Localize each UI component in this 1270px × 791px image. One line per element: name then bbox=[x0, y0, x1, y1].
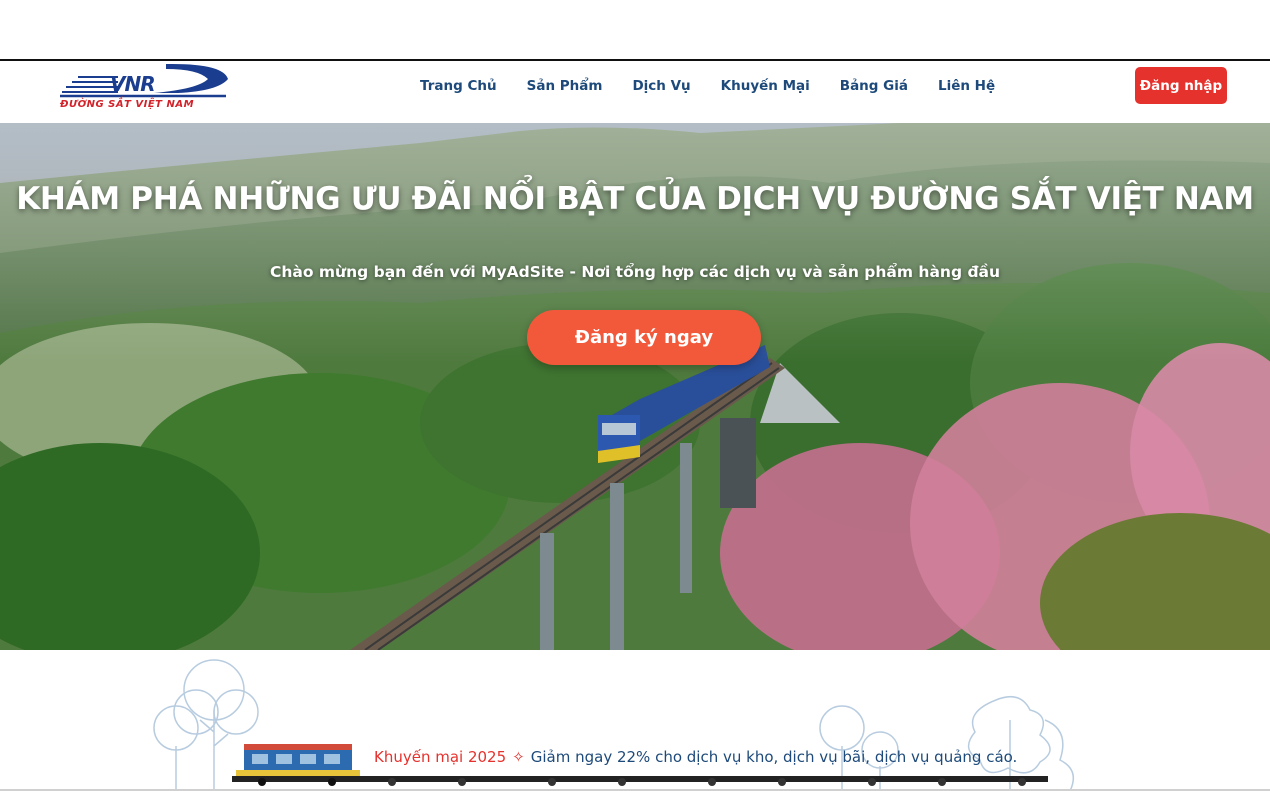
login-button[interactable]: Đăng nhập bbox=[1135, 67, 1227, 104]
nav-item-products[interactable]: Sản Phẩm bbox=[527, 77, 603, 97]
promo-message: Giảm ngay 22% cho dịch vụ kho, dịch vụ b… bbox=[530, 748, 1018, 766]
promo-strip: Khuyến mại 2025 ✧ Giảm ngay 22% cho dịch… bbox=[0, 650, 1270, 791]
hero-title: KHÁM PHÁ NHỮNG ƯU ĐÃI NỔI BẬT CỦA DỊCH V… bbox=[16, 181, 1254, 217]
nav-item-pricing[interactable]: Bảng Giá bbox=[840, 77, 908, 97]
nav-item-home[interactable]: Trang Chủ bbox=[420, 77, 497, 97]
hero-subtitle: Chào mừng bạn đến với MyAdSite - Nơi tổn… bbox=[269, 263, 1001, 281]
hero-banner: KHÁM PHÁ NHỮNG ƯU ĐÃI NỔI BẬT CỦA DỊCH V… bbox=[0, 123, 1270, 650]
nav-item-services[interactable]: Dịch Vụ bbox=[632, 77, 690, 97]
vnr-logo[interactable]: VNR ĐƯỜNG SẮT VIỆT NAM bbox=[58, 61, 233, 117]
main-nav: Trang Chủ Sản Phẩm Dịch Vụ Khuyến Mại Bả… bbox=[420, 77, 995, 97]
top-blank-area bbox=[0, 0, 1270, 59]
nav-item-promotions[interactable]: Khuyến Mại bbox=[721, 77, 810, 97]
logo-text: VNR bbox=[110, 72, 156, 96]
sparkle-icon: ✧ bbox=[512, 748, 525, 766]
site-header: VNR ĐƯỜNG SẮT VIỆT NAM Trang Chủ Sản Phẩ… bbox=[0, 61, 1270, 123]
promo-label: Khuyến mại 2025 bbox=[374, 748, 507, 766]
nav-item-contact[interactable]: Liên Hệ bbox=[938, 77, 995, 97]
logo-subtitle: ĐƯỜNG SẮT VIỆT NAM bbox=[60, 99, 195, 110]
promo-marquee[interactable]: Khuyến mại 2025 ✧ Giảm ngay 22% cho dịch… bbox=[374, 748, 1017, 766]
register-now-button[interactable]: Đăng ký ngay bbox=[527, 310, 761, 365]
